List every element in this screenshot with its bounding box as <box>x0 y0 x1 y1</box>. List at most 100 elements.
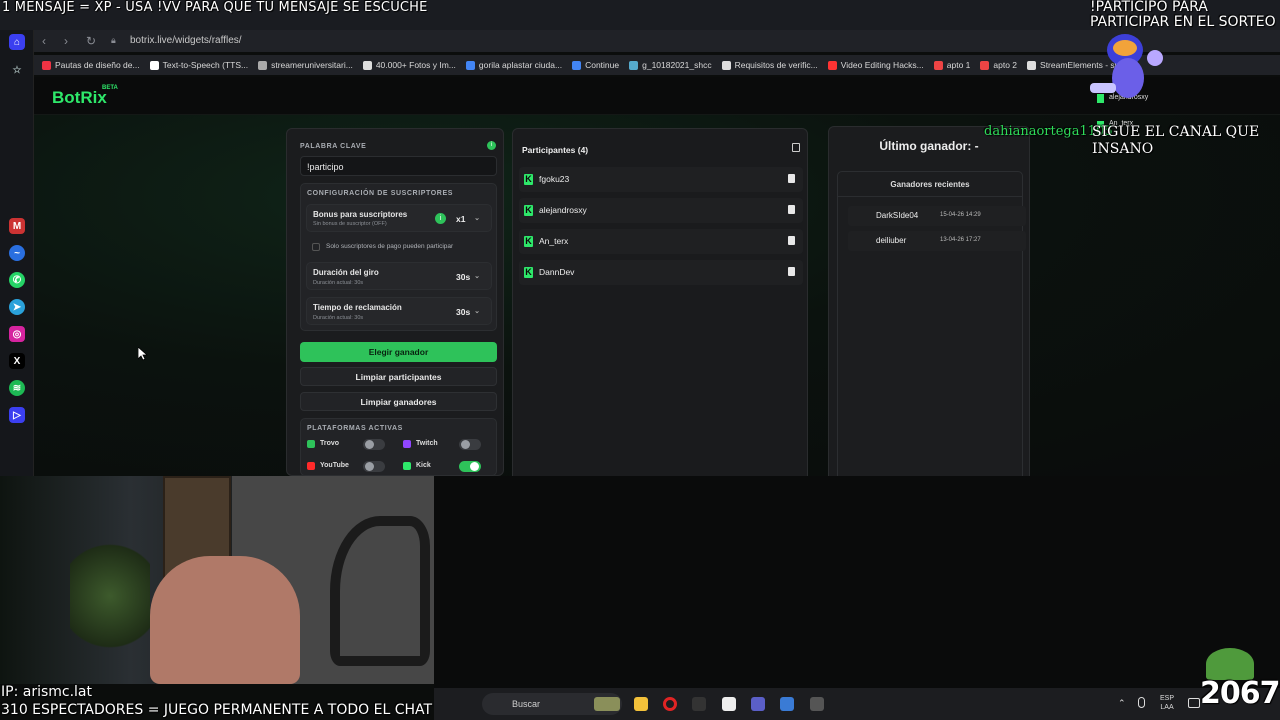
info-icon[interactable]: i <box>435 213 446 224</box>
platform-name: Twitch <box>416 440 438 447</box>
claim-select[interactable]: 30s ⌄ <box>450 303 486 321</box>
bookmark-label: 40.000+ Fotos y Im... <box>375 60 456 70</box>
bookmark-item[interactable]: Video Editing Hacks... <box>827 60 924 70</box>
paid-only-row[interactable]: Solo suscriptores de pago pueden partici… <box>306 238 492 256</box>
paid-only-checkbox[interactable] <box>312 243 320 251</box>
player-icon[interactable]: ▷ <box>9 407 25 423</box>
bookmark-item[interactable]: Continue <box>572 60 619 70</box>
delete-icon[interactable] <box>788 236 795 245</box>
forward-icon[interactable]: › <box>64 34 68 48</box>
app-icon[interactable] <box>692 697 706 711</box>
instagram-icon[interactable]: ◎ <box>9 326 25 342</box>
youtube-icon <box>307 462 315 470</box>
notification-app-icon[interactable] <box>810 697 824 711</box>
winner-row: DarkSIde04 15-04-26 14:29 <box>848 206 1026 226</box>
delete-icon[interactable] <box>788 267 795 276</box>
bookmark-label: Text-to-Speech (TTS... <box>162 60 249 70</box>
bookmark-icon <box>362 60 372 70</box>
winner-name: DarkSIde04 <box>876 211 919 220</box>
bookmark-item[interactable]: Pautas de diseño de... <box>42 60 140 70</box>
info-icon[interactable]: i <box>487 141 496 150</box>
claim-subtitle: Duración actual: 30s <box>313 315 364 321</box>
participant-row: Kfgoku23 <box>519 167 803 192</box>
bookmark-icon <box>42 60 51 70</box>
winner-row: deiliuber 13-04-26 17:27 <box>848 231 1026 251</box>
bookmark-icon <box>572 60 582 70</box>
paid-only-label: Solo suscriptores de pago pueden partici… <box>326 243 454 250</box>
bookmark-item[interactable]: apto 1 <box>933 60 971 70</box>
choose-winner-button[interactable]: Elegir ganador <box>300 342 497 362</box>
platform-toggle[interactable] <box>363 461 385 472</box>
bookmark-icon <box>258 60 268 70</box>
clear-winners-button[interactable]: Limpiar ganadores <box>300 392 497 411</box>
bookmark-item[interactable]: streameruniversitari... <box>258 60 353 70</box>
platform-toggle[interactable] <box>459 461 481 472</box>
participant-row: K An_terx <box>519 229 803 254</box>
platform-toggle[interactable] <box>459 439 481 450</box>
monitor-icon[interactable] <box>1188 698 1200 708</box>
bookmark-icon <box>629 60 639 70</box>
gmail-icon[interactable]: M <box>9 218 25 234</box>
store-icon[interactable] <box>780 697 794 711</box>
chevron-up-icon[interactable]: ⌃ <box>1118 698 1126 709</box>
bookmark-item[interactable]: apto 2 <box>980 60 1017 70</box>
star-icon[interactable]: ☆ <box>9 62 25 78</box>
language-indicator[interactable]: ESP LAA <box>1160 694 1174 712</box>
overlay-counter: 20671 <box>1200 676 1280 711</box>
bookmark-icon <box>1027 60 1037 70</box>
subscriber-config: CONFIGURACIÓN DE SUSCRIPTORES Bonus para… <box>300 183 497 331</box>
bookmark-item[interactable]: 40.000+ Fotos y Im... <box>362 60 456 70</box>
search-highlight-icon[interactable] <box>594 697 620 711</box>
bookmark-label: apto 2 <box>993 60 1018 70</box>
spotify-icon[interactable]: ≋ <box>9 380 25 396</box>
delete-icon[interactable] <box>788 174 795 183</box>
messenger-icon[interactable]: ~ <box>9 245 25 261</box>
spin-title: Duración del giro <box>313 268 379 277</box>
chevron-down-icon: ⌄ <box>474 308 480 315</box>
bonus-subtitle: Sin bonus de suscriptor (OFF) <box>313 221 387 227</box>
kick-icon: K <box>524 267 533 278</box>
spin-subtitle: Duración actual: 30s <box>313 280 364 286</box>
trovo-icon <box>307 440 315 448</box>
recent-winners-box: Ganadores recientes DarkSIde04 15-04-26 1… <box>837 171 1026 481</box>
url-field[interactable]: botrix.live/widgets/raffles/ <box>98 32 1098 50</box>
spin-select[interactable]: 30s ⌄ <box>450 268 486 286</box>
telegram-icon[interactable]: ➤ <box>9 299 25 315</box>
bookmark-item[interactable]: gorila aplastar ciuda... <box>465 60 562 70</box>
microphone-icon[interactable] <box>1138 697 1145 708</box>
bonus-title: Bonus para suscriptores <box>313 210 408 219</box>
bookmark-label: Requisitos de verific... <box>734 60 818 70</box>
opera-icon[interactable] <box>663 697 677 711</box>
desktop-background <box>434 476 1280 688</box>
folder-icon[interactable] <box>634 697 648 711</box>
kick-icon <box>403 462 411 470</box>
delete-icon[interactable] <box>788 205 795 214</box>
bonus-select[interactable]: x1 ⌄ <box>450 210 486 228</box>
toggle-knob <box>365 462 374 471</box>
participant-name: An_terx <box>539 236 569 246</box>
teams-icon[interactable] <box>751 697 765 711</box>
x-icon[interactable]: X <box>9 353 25 369</box>
bookmark-label: Video Editing Hacks... <box>840 60 924 70</box>
taskbar: Buscar ⌃ ESP LAA <box>434 688 1280 720</box>
home-icon[interactable]: ⌂ <box>9 34 25 50</box>
whatsapp-icon[interactable]: ✆ <box>9 272 25 288</box>
clear-participants-button[interactable]: Limpiar participantes <box>300 367 497 386</box>
platform-toggle[interactable] <box>363 439 385 450</box>
reload-icon[interactable]: ↻ <box>86 34 96 48</box>
document-icon[interactable] <box>722 697 736 711</box>
keyword-input[interactable]: !participo <box>300 156 497 176</box>
bookmark-item[interactable]: Requisitos de verific... <box>721 60 818 70</box>
back-icon[interactable]: ‹ <box>42 34 46 48</box>
toggle-knob <box>461 440 470 449</box>
bookmark-item[interactable]: Text-to-Speech (TTS... <box>149 60 249 70</box>
logo[interactable]: BotRix <box>52 88 107 108</box>
bookmark-label: apto 1 <box>946 60 971 70</box>
toggle-knob <box>470 462 479 471</box>
webcam-bike <box>330 516 430 666</box>
keyword-label: PALABRA CLAVE <box>300 143 367 150</box>
kick-icon: K <box>524 174 533 185</box>
bookmark-item[interactable]: g_10182021_shcc <box>629 60 712 70</box>
copy-icon[interactable] <box>792 143 800 152</box>
claim-time-row: Tiempo de reclamación Duración actual: 3… <box>306 297 492 325</box>
